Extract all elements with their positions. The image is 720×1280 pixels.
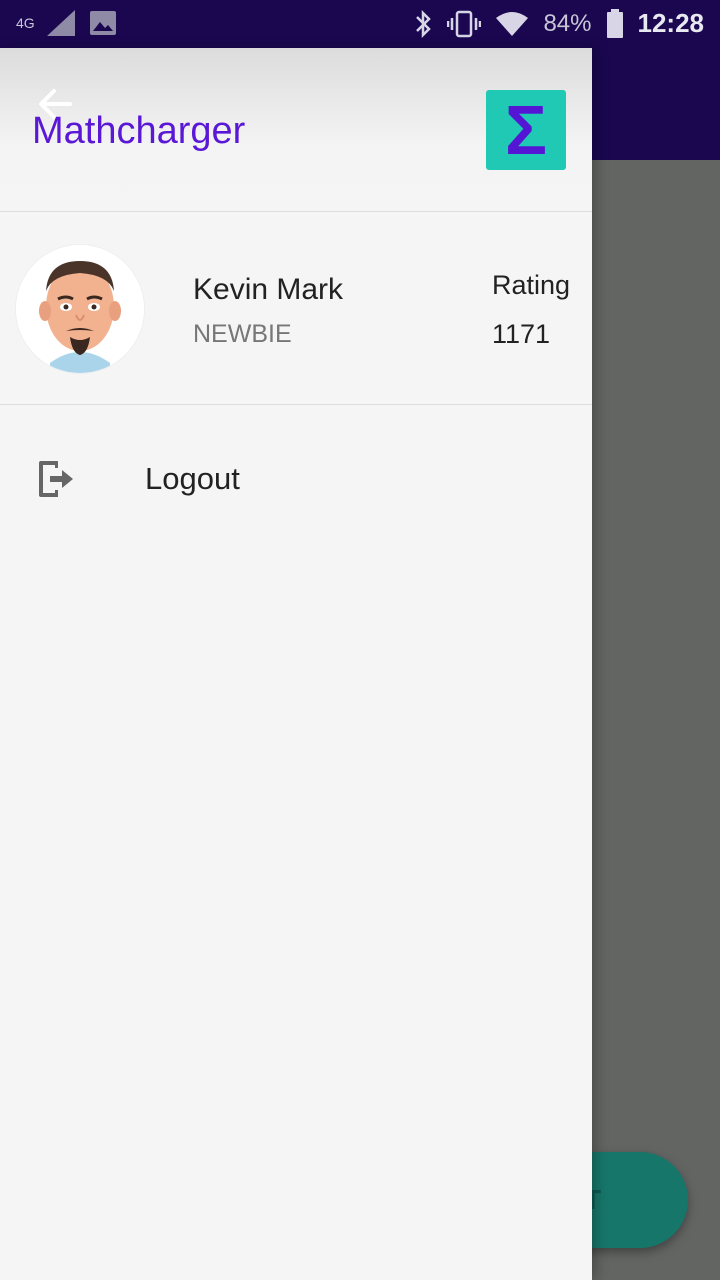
drawer-header: Mathcharger Σ bbox=[0, 48, 592, 212]
network-type: 4G bbox=[16, 15, 35, 31]
user-rank: NEWBIE bbox=[193, 320, 292, 348]
rating-value: 1171 bbox=[492, 319, 551, 349]
logout-icon bbox=[36, 457, 76, 501]
app-title: Mathcharger bbox=[32, 110, 246, 152]
image-notification-icon bbox=[89, 10, 117, 36]
menu-item-logout[interactable]: Logout bbox=[0, 429, 592, 529]
wifi-icon bbox=[495, 10, 529, 38]
bluetooth-icon bbox=[413, 9, 433, 39]
rating-label: Rating bbox=[492, 270, 571, 300]
status-bar-left: 4G bbox=[16, 8, 117, 38]
avatar[interactable] bbox=[16, 245, 144, 373]
vibrate-icon bbox=[447, 9, 482, 39]
user-name: Kevin Mark bbox=[193, 273, 344, 306]
status-bar: 4G 84% 12:28 bbox=[0, 0, 720, 48]
app-logo: Σ bbox=[486, 90, 566, 170]
battery-percent: 84% bbox=[543, 9, 592, 37]
status-bar-right: 84% 12:28 bbox=[413, 8, 704, 39]
clock: 12:28 bbox=[637, 8, 705, 38]
menu-item-label: Logout bbox=[145, 461, 240, 496]
signal-icon bbox=[45, 8, 79, 38]
battery-icon bbox=[606, 8, 624, 39]
user-profile: Kevin Mark NEWBIE Rating 1171 bbox=[0, 213, 592, 405]
navigation-drawer: Mathcharger Σ Kevin Mark NEWBIE Rating 1… bbox=[0, 48, 592, 1280]
